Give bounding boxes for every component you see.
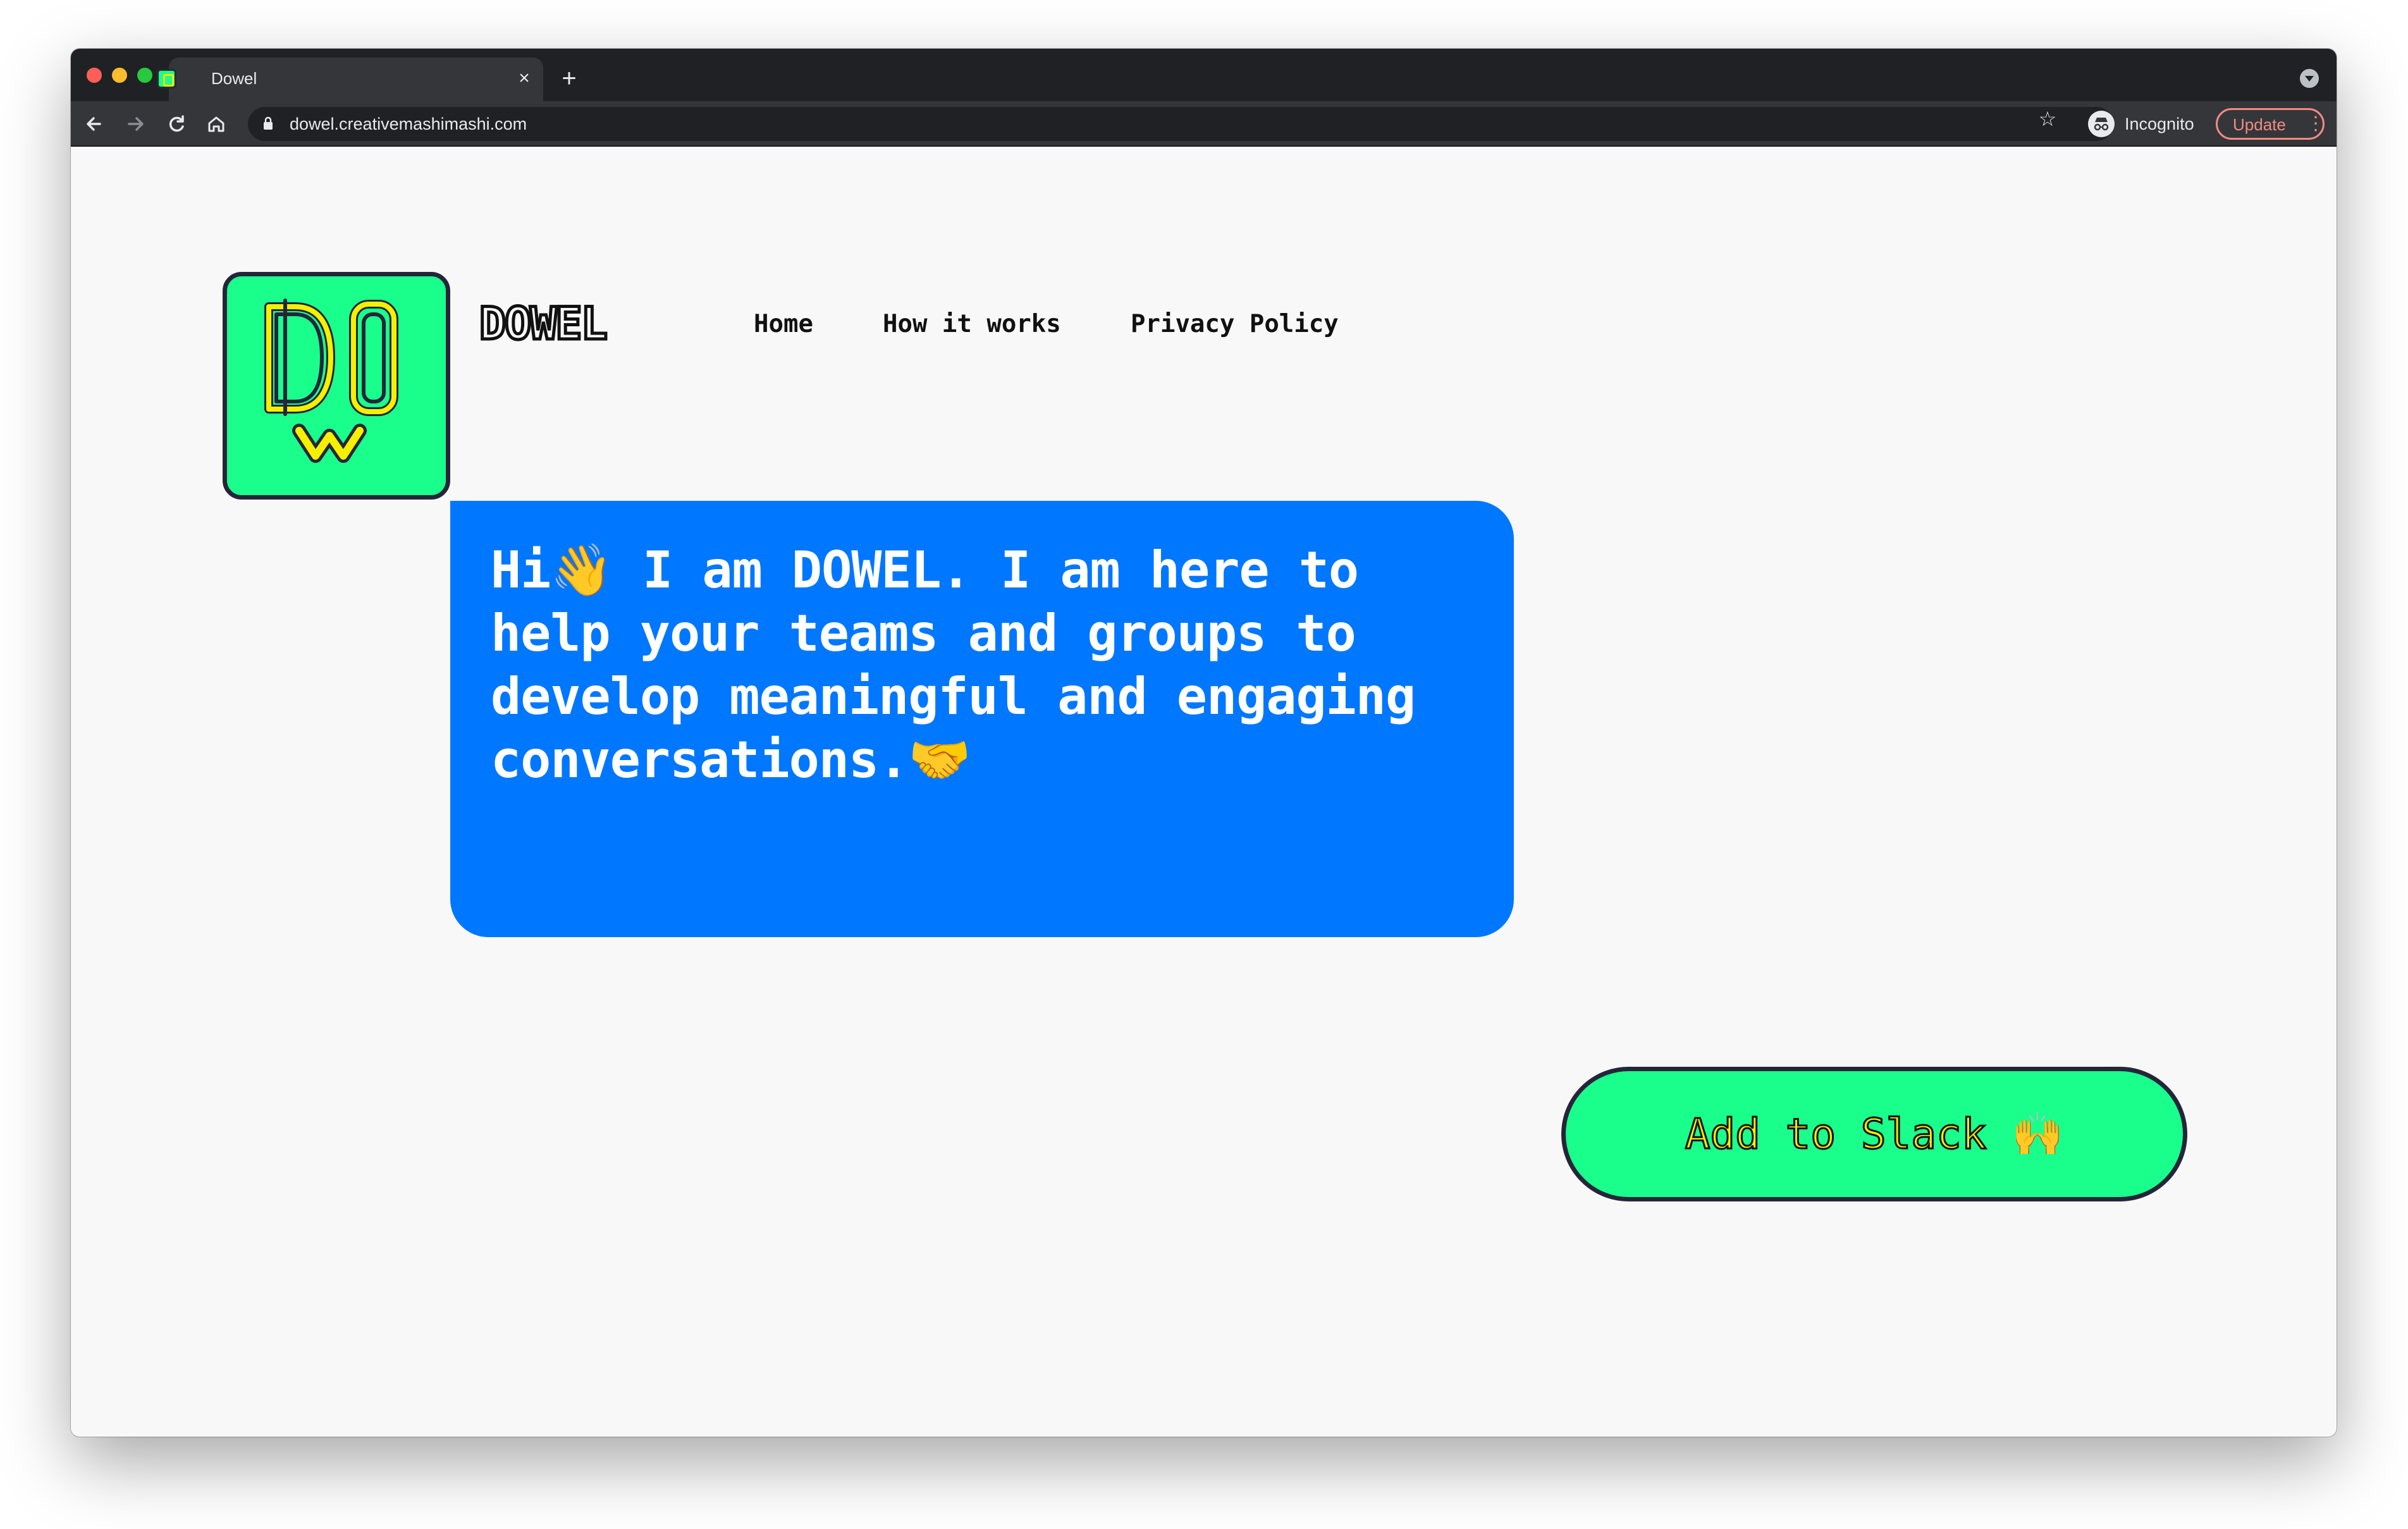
- address-bar[interactable]: dowel.creativemashimashi.com: [248, 107, 2113, 141]
- url-text[interactable]: dowel.creativemashimashi.com: [290, 114, 527, 134]
- close-window-button[interactable]: [87, 68, 102, 83]
- tab-title: Dowel: [211, 69, 257, 88]
- brand-name[interactable]: DOWEL: [478, 297, 610, 351]
- dowel-logo[interactable]: [223, 272, 450, 500]
- home-icon[interactable]: [202, 110, 230, 138]
- minimize-window-button[interactable]: [112, 68, 127, 83]
- nav-privacy-policy-link[interactable]: Privacy Policy: [1131, 309, 1339, 340]
- forward-icon[interactable]: [121, 110, 149, 138]
- new-tab-icon[interactable]: +: [556, 66, 582, 91]
- favicon-icon: [157, 69, 176, 89]
- page-content: DOWEL Home How it works Privacy Policy H…: [71, 147, 2337, 1437]
- back-icon[interactable]: [81, 110, 109, 138]
- tab-strip: Dowel × +: [71, 49, 2337, 101]
- update-button[interactable]: Update ⋮: [2216, 108, 2325, 140]
- maximize-window-button[interactable]: [137, 68, 152, 83]
- nav-home-link[interactable]: Home: [754, 309, 813, 340]
- star-icon[interactable]: ☆: [2037, 109, 2058, 129]
- more-menu-icon[interactable]: ⋮: [2306, 113, 2325, 135]
- intro-speech-bubble: Hi👋 I am DOWEL. I am here to help your t…: [450, 501, 1514, 937]
- screenshot-stage: Dowel × + dowel.creativemashimashi.com ☆…: [0, 0, 2408, 1529]
- reload-icon[interactable]: [163, 110, 190, 138]
- add-to-slack-button[interactable]: Add to Slack 🙌: [1561, 1067, 2187, 1201]
- close-tab-icon[interactable]: ×: [513, 68, 535, 89]
- browser-toolbar: dowel.creativemashimashi.com ☆ Incognito…: [71, 101, 2337, 147]
- intro-message: Hi👋 I am DOWEL. I am here to help your t…: [491, 541, 1416, 789]
- browser-window: Dowel × + dowel.creativemashimashi.com ☆…: [71, 49, 2337, 1437]
- update-label: Update: [2233, 115, 2286, 134]
- nav-how-it-works-link[interactable]: How it works: [883, 309, 1061, 340]
- dowel-logo-icon: [264, 298, 398, 463]
- tab-search-icon[interactable]: [2300, 69, 2319, 88]
- lock-icon: [263, 116, 273, 130]
- add-to-slack-label: Add to Slack 🙌: [1684, 1109, 2065, 1160]
- incognito-icon[interactable]: [2088, 111, 2115, 137]
- profile-label[interactable]: Incognito: [2125, 113, 2194, 135]
